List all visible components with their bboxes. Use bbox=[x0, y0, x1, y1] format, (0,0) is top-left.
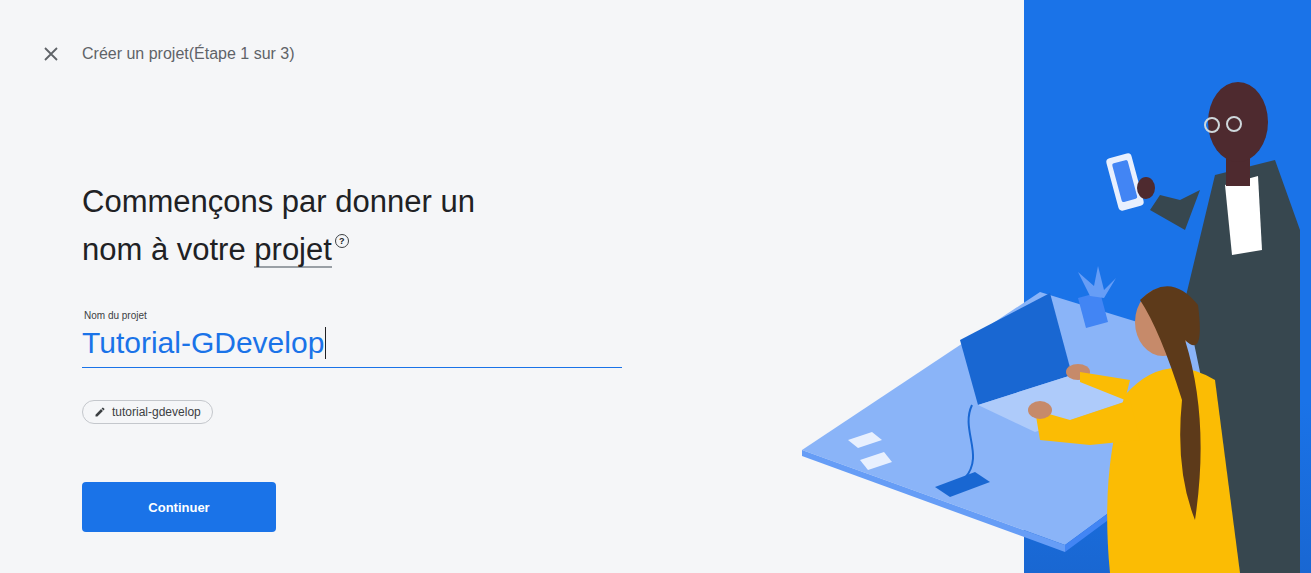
project-name-field[interactable]: Nom du projet Tutorial-GDevelop bbox=[82, 310, 622, 368]
create-project-page: Créer un projet(Étape 1 sur 3) Commençons… bbox=[0, 0, 1311, 573]
heading-line: nom à votre projet? bbox=[82, 226, 1024, 274]
chip-row: tutorial-gdevelop bbox=[82, 400, 1024, 424]
continue-button[interactable]: Continuer bbox=[82, 482, 276, 532]
people-at-desk-illustration bbox=[790, 60, 1311, 573]
help-icon[interactable]: ? bbox=[335, 234, 349, 248]
pencil-icon bbox=[94, 406, 106, 418]
close-icon bbox=[44, 47, 58, 61]
close-button[interactable] bbox=[40, 40, 62, 68]
heading-line: Commençons par donner un bbox=[82, 178, 1024, 226]
field-value: Tutorial-GDevelop bbox=[82, 325, 324, 361]
chip-label: tutorial-gdevelop bbox=[112, 405, 201, 419]
field-label: Nom du projet bbox=[82, 310, 622, 321]
project-term[interactable]: projet bbox=[254, 234, 332, 268]
text-caret bbox=[325, 327, 326, 359]
heading-text: nom à votre bbox=[82, 226, 254, 274]
heading: Commençons par donner unnom à votre proj… bbox=[82, 178, 1024, 274]
step-title: Créer un projet(Étape 1 sur 3) bbox=[82, 45, 295, 63]
project-id-chip[interactable]: tutorial-gdevelop bbox=[82, 400, 213, 424]
actions: Continuer bbox=[82, 482, 1024, 532]
form-panel: Créer un projet(Étape 1 sur 3) Commençons… bbox=[0, 0, 1024, 573]
illustration-panel bbox=[1024, 0, 1311, 573]
field-input[interactable]: Tutorial-GDevelop bbox=[82, 321, 622, 367]
header: Créer un projet(Étape 1 sur 3) bbox=[40, 40, 1024, 68]
